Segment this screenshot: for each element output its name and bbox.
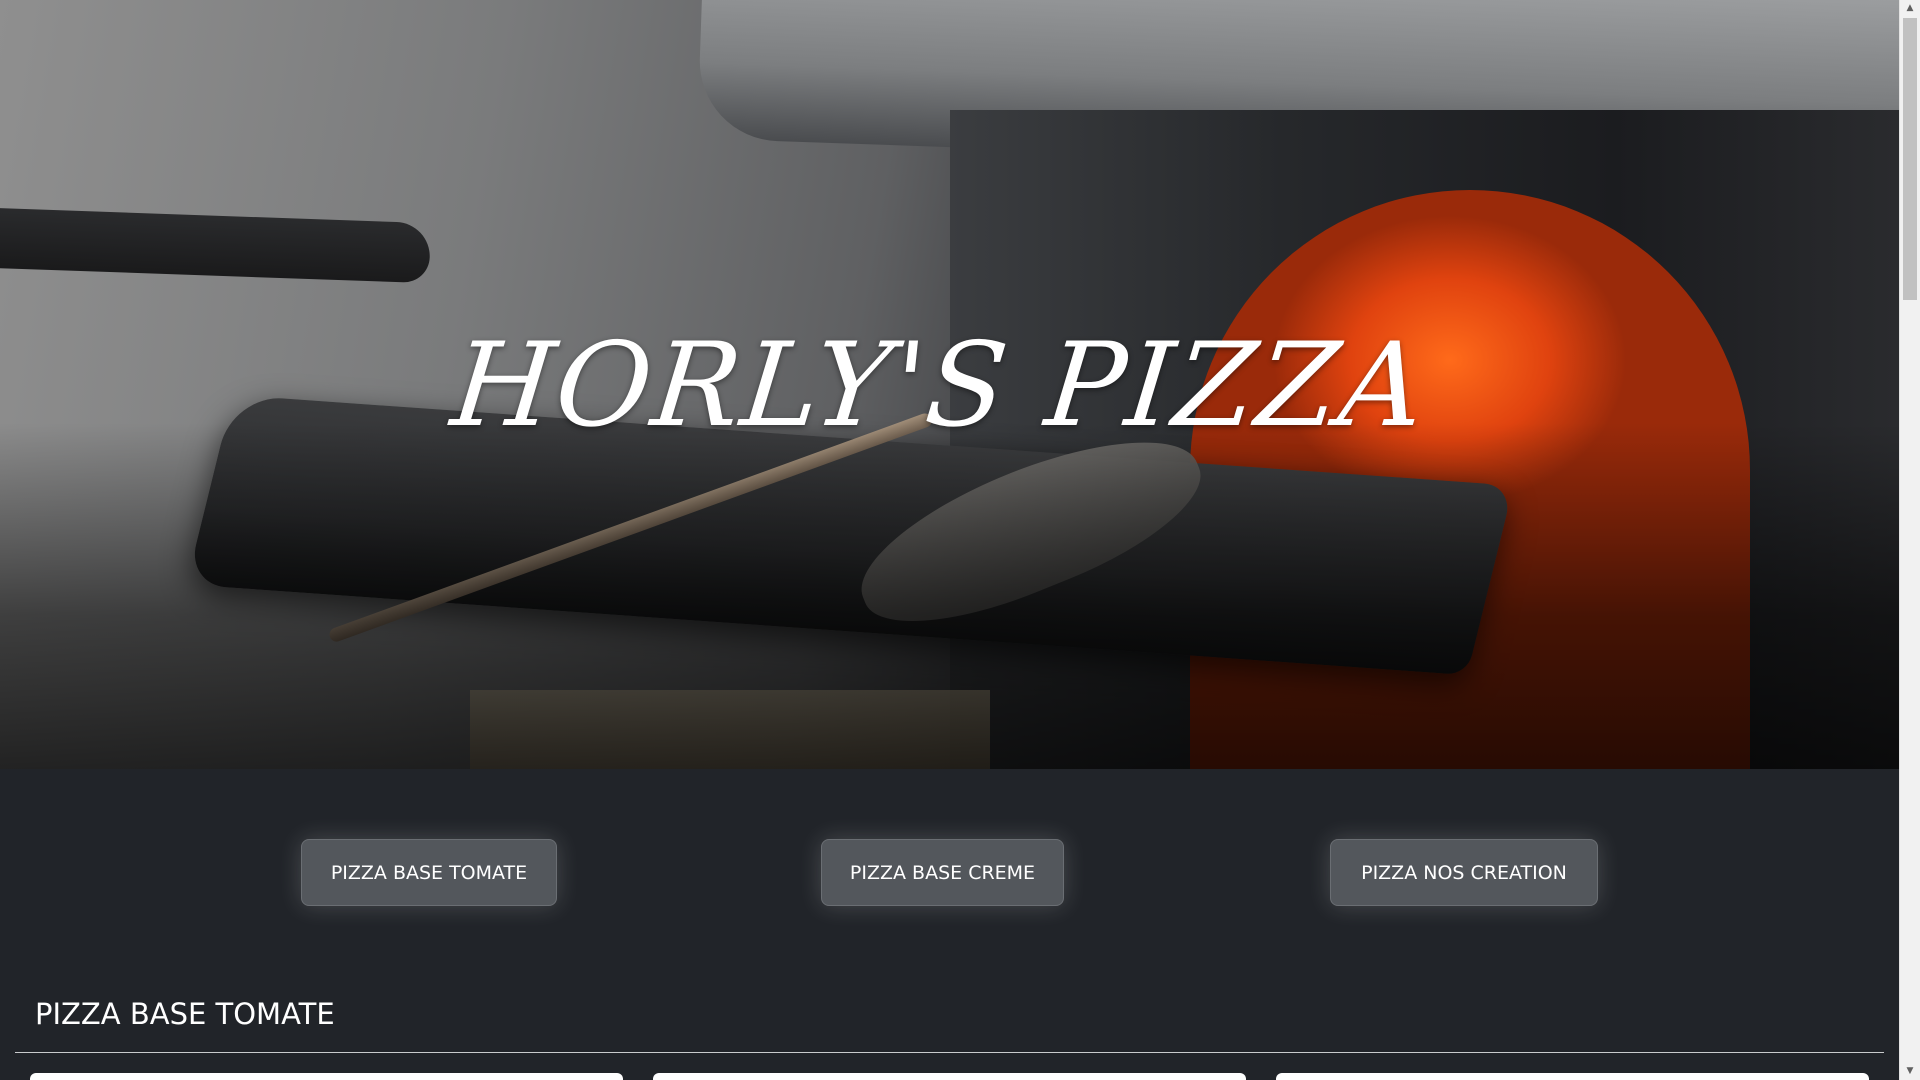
site-title: HORLY'S PIZZA (445, 318, 1434, 453)
vertical-scrollbar[interactable]: ▲ ▼ (1899, 0, 1920, 1080)
category-button-base-tomate[interactable]: PIZZA BASE TOMATE (301, 839, 557, 906)
scroll-up-arrow-icon[interactable]: ▲ (1900, 0, 1920, 17)
scrollbar-thumb[interactable] (1903, 18, 1917, 300)
hero-banner: HORLY'S PIZZA (0, 0, 1899, 769)
scroll-down-arrow-icon[interactable]: ▼ (1900, 1063, 1920, 1080)
pizza-card[interactable] (30, 1073, 623, 1080)
category-button-nos-creation[interactable]: PIZZA NOS CREATION (1330, 839, 1598, 906)
pizza-card[interactable] (653, 1073, 1246, 1080)
page: HORLY'S PIZZA PIZZA BASE TOMATE PIZZA BA… (0, 0, 1920, 1080)
pizza-card[interactable] (1276, 1073, 1869, 1080)
category-button-base-creme[interactable]: PIZZA BASE CREME (821, 839, 1064, 906)
section-divider (15, 1052, 1884, 1053)
section-title: PIZZA BASE TOMATE (35, 997, 335, 1031)
